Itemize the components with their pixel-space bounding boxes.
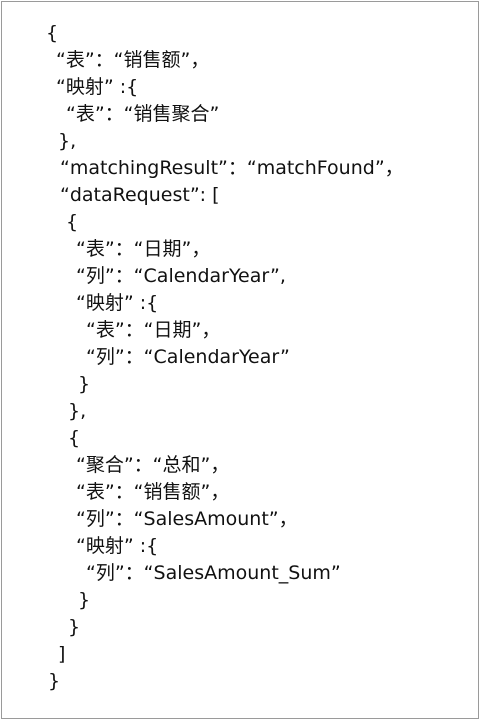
code-line-1: {	[46, 22, 59, 44]
code-line-19: “列”：“SalesAmount”，	[76, 508, 298, 530]
code-line-20: “映射” :{	[76, 535, 159, 557]
code-line-22: }	[78, 589, 91, 611]
code-line-21: “列”：“SalesAmount_Sum”	[86, 562, 341, 584]
code-line-14: }	[78, 373, 91, 395]
code-line-5: },	[58, 130, 77, 152]
code-line-12: “表”：“日期”，	[86, 319, 221, 341]
code-line-8: {	[66, 211, 79, 233]
code-line-10: “列”：“CalendarYear”,	[76, 265, 286, 287]
code-line-4: “表”：“销售聚合”	[66, 103, 220, 125]
code-line-2: “表”：“销售额”，	[56, 49, 210, 71]
document-frame: { “表”：“销售额”， “映射” :{ “表”：“销售聚合” }, “matc…	[1, 1, 479, 719]
code-line-3: “映射” :{	[56, 76, 139, 98]
code-line-17: “聚合”：“总和”，	[76, 454, 230, 476]
code-line-23: }	[68, 616, 81, 638]
code-line-7: “dataRequest”: [	[60, 184, 220, 206]
code-line-6: “matchingResult”：“matchFound”，	[60, 157, 404, 179]
code-line-13: “列”：“CalendarYear”	[86, 346, 290, 368]
code-line-16: {	[68, 427, 81, 449]
code-line-25: }	[48, 670, 61, 692]
code-line-18: “表”：“销售额”，	[76, 481, 230, 503]
code-line-15: },	[68, 400, 87, 422]
code-line-11: “映射” :{	[76, 292, 159, 314]
code-line-24: ]	[58, 643, 66, 665]
code-line-9: “表”：“日期”，	[76, 238, 211, 260]
